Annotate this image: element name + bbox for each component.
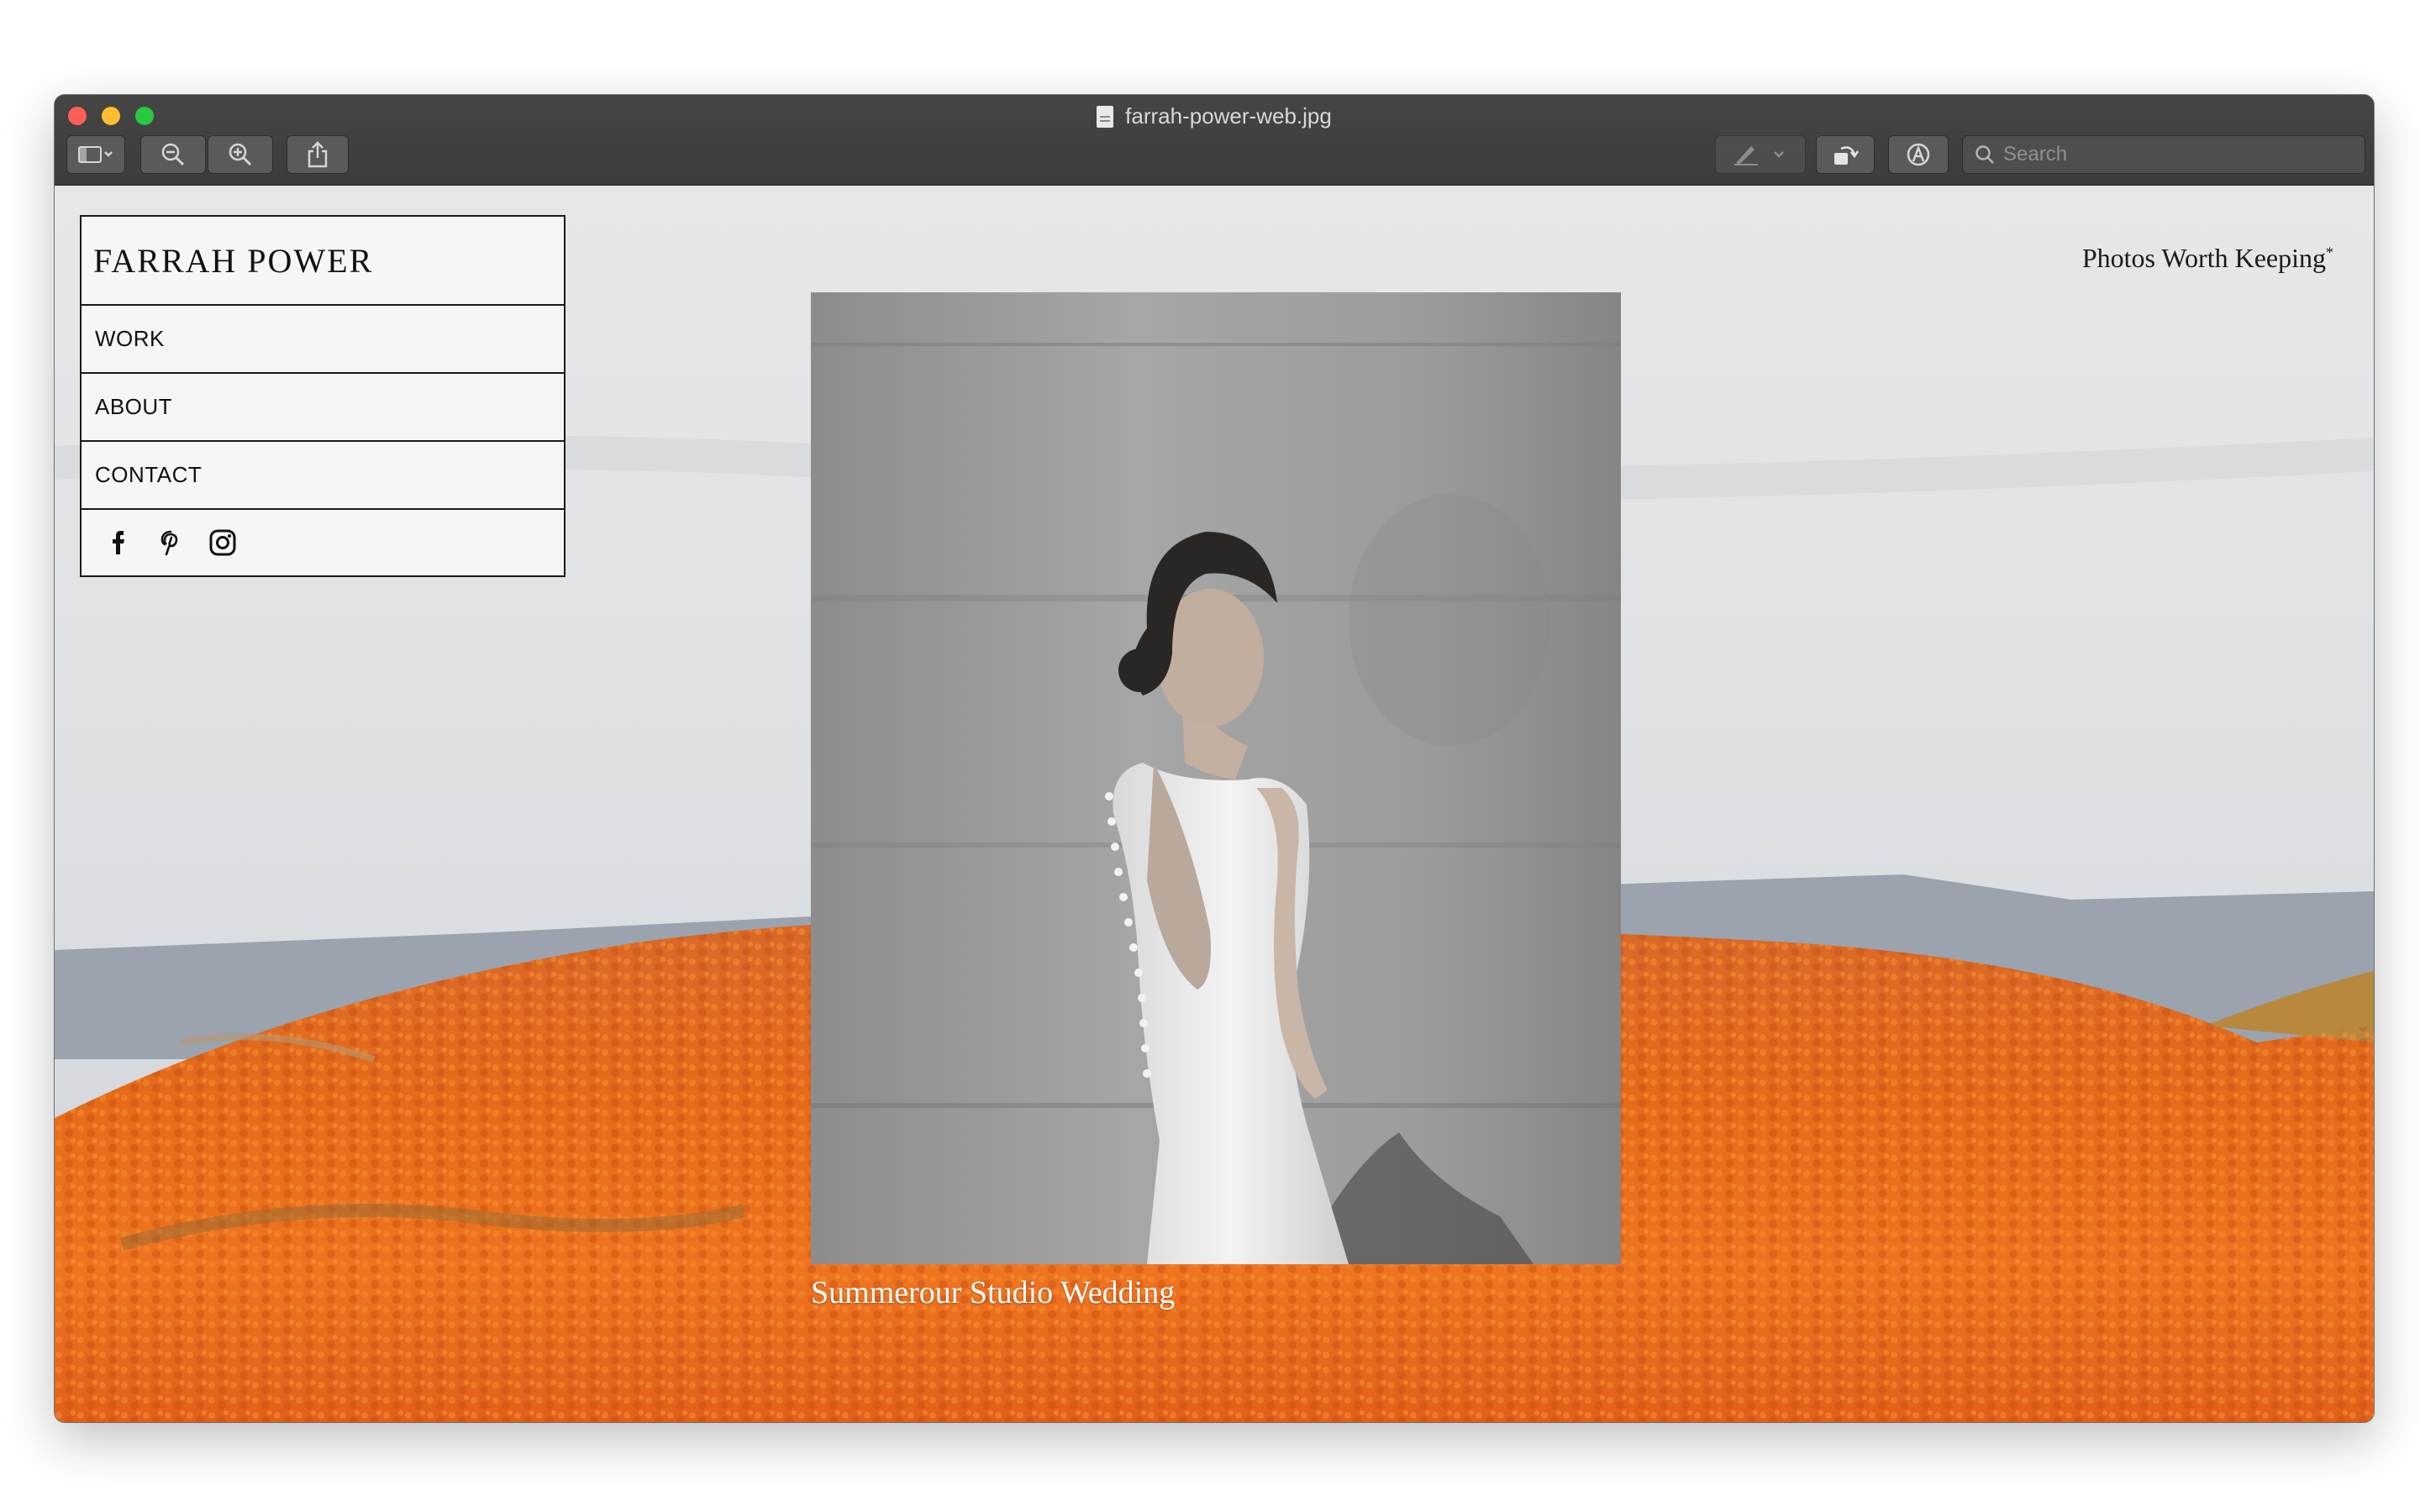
site-tagline: Photos Worth Keeping*	[2082, 243, 2333, 274]
zoom-in-button[interactable]	[208, 135, 273, 174]
nav-item-about[interactable]: ABOUT	[82, 374, 564, 442]
pinterest-icon[interactable]	[157, 529, 184, 556]
instagram-icon[interactable]	[209, 529, 236, 556]
social-links	[82, 510, 564, 575]
search-input[interactable]	[2003, 143, 2356, 166]
tagline-mark: *	[2326, 244, 2333, 261]
zoom-out-button[interactable]	[140, 135, 206, 174]
search-icon	[1975, 145, 1994, 164]
pen-icon	[1734, 146, 1784, 165]
rotate-button[interactable]	[1816, 135, 1875, 174]
preview-window: farrah-power-web.jpg Search FARRAH POWER…	[55, 95, 2374, 1422]
search-field[interactable]	[1962, 135, 2365, 174]
document-icon	[1097, 106, 1114, 128]
image-canvas: FARRAH POWER WORK ABOUT CONTACT Photos W…	[55, 186, 2374, 1422]
window-title-text: farrah-power-web.jpg	[1125, 103, 1332, 129]
zoom-out-icon	[161, 143, 185, 166]
sidebar-icon	[78, 146, 113, 163]
featured-wedding-photo[interactable]	[811, 292, 1621, 1264]
annotate-button[interactable]	[1888, 135, 1949, 174]
annotate-icon	[1907, 143, 1930, 166]
zoom-in-icon	[229, 143, 252, 166]
tagline-text: Photos Worth Keeping	[2081, 243, 2326, 273]
markup-tools-button[interactable]	[1715, 135, 1806, 174]
window-title: farrah-power-web.jpg	[55, 102, 2374, 130]
share-icon	[308, 141, 328, 168]
nav-item-work[interactable]: WORK	[82, 306, 564, 374]
bride-photo-illustration	[811, 292, 1621, 1264]
sidebar-button[interactable]	[66, 135, 125, 174]
facebook-icon[interactable]	[105, 529, 132, 556]
share-button[interactable]	[287, 135, 349, 174]
rotate-icon	[1834, 146, 1860, 165]
title-bar: farrah-power-web.jpg	[55, 95, 2374, 186]
photo-caption[interactable]: Summerour Studio Wedding	[811, 1274, 1175, 1311]
nav-item-contact[interactable]: CONTACT	[82, 442, 564, 510]
site-brand-logo[interactable]: FARRAH POWER	[82, 217, 564, 306]
site-navigation: FARRAH POWER WORK ABOUT CONTACT	[80, 215, 566, 577]
